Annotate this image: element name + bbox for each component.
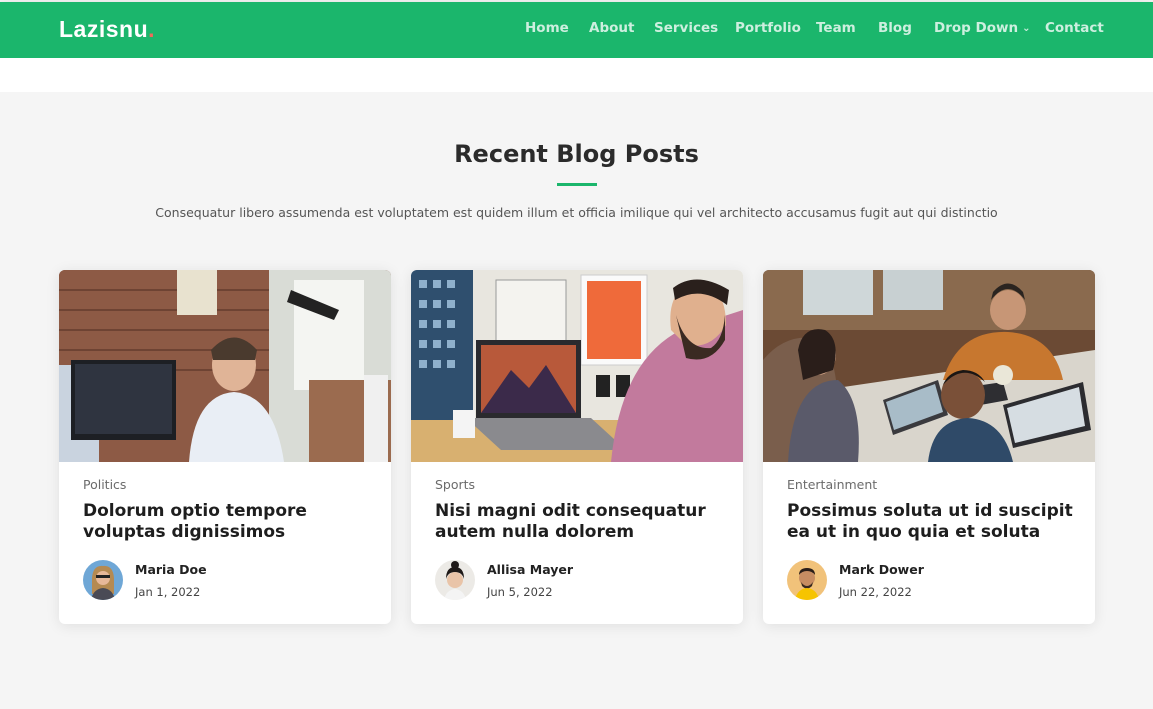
section-subtitle: Consequatur libero assumenda est volupta… bbox=[155, 205, 998, 220]
post-category[interactable]: Entertainment bbox=[787, 477, 877, 492]
author-avatar bbox=[83, 560, 123, 600]
nav-contact[interactable]: Contact bbox=[1045, 20, 1104, 36]
nav-blog[interactable]: Blog bbox=[878, 20, 912, 36]
post-image[interactable] bbox=[763, 270, 1095, 462]
logo-text: Lazisnu bbox=[59, 16, 149, 42]
blog-card[interactable]: Politics Dolorum optio tempore voluptas … bbox=[59, 270, 391, 624]
title-underline bbox=[557, 183, 597, 186]
post-title[interactable]: Dolorum optio tempore voluptas dignissim… bbox=[83, 501, 373, 543]
author-avatar bbox=[435, 560, 475, 600]
nav-services[interactable]: Services bbox=[654, 20, 718, 36]
header-spacer bbox=[0, 58, 1153, 92]
post-date: Jan 1, 2022 bbox=[135, 585, 201, 599]
post-image[interactable] bbox=[411, 270, 743, 462]
nav-about[interactable]: About bbox=[589, 20, 634, 36]
author-name: Allisa Mayer bbox=[487, 562, 574, 577]
post-date: Jun 5, 2022 bbox=[487, 585, 553, 599]
nav-dropdown[interactable]: Drop Down ⌄ bbox=[934, 20, 1030, 36]
logo[interactable]: Lazisnu. bbox=[59, 16, 155, 43]
site-header: Lazisnu. Home About Services Portfolio T… bbox=[0, 2, 1153, 58]
nav-dropdown-label: Drop Down bbox=[934, 20, 1019, 36]
nav-home[interactable]: Home bbox=[525, 20, 569, 36]
blog-card[interactable]: Sports Nisi magni odit consequatur autem… bbox=[411, 270, 743, 624]
section-title: Recent Blog Posts bbox=[454, 140, 699, 168]
post-category[interactable]: Sports bbox=[435, 477, 475, 492]
chevron-down-icon: ⌄ bbox=[1022, 23, 1031, 34]
blog-card[interactable]: Entertainment Possimus soluta ut id susc… bbox=[763, 270, 1095, 624]
post-title[interactable]: Possimus soluta ut id suscipit ea ut in … bbox=[787, 501, 1077, 543]
author-name: Maria Doe bbox=[135, 562, 207, 577]
author-name: Mark Dower bbox=[839, 562, 924, 577]
post-image[interactable] bbox=[59, 270, 391, 462]
post-title[interactable]: Nisi magni odit consequatur autem nulla … bbox=[435, 501, 725, 543]
author-avatar bbox=[787, 560, 827, 600]
nav-team[interactable]: Team bbox=[816, 20, 856, 36]
nav-portfolio[interactable]: Portfolio bbox=[735, 20, 801, 36]
post-date: Jun 22, 2022 bbox=[839, 585, 912, 599]
post-category[interactable]: Politics bbox=[83, 477, 126, 492]
logo-dot: . bbox=[148, 16, 156, 42]
